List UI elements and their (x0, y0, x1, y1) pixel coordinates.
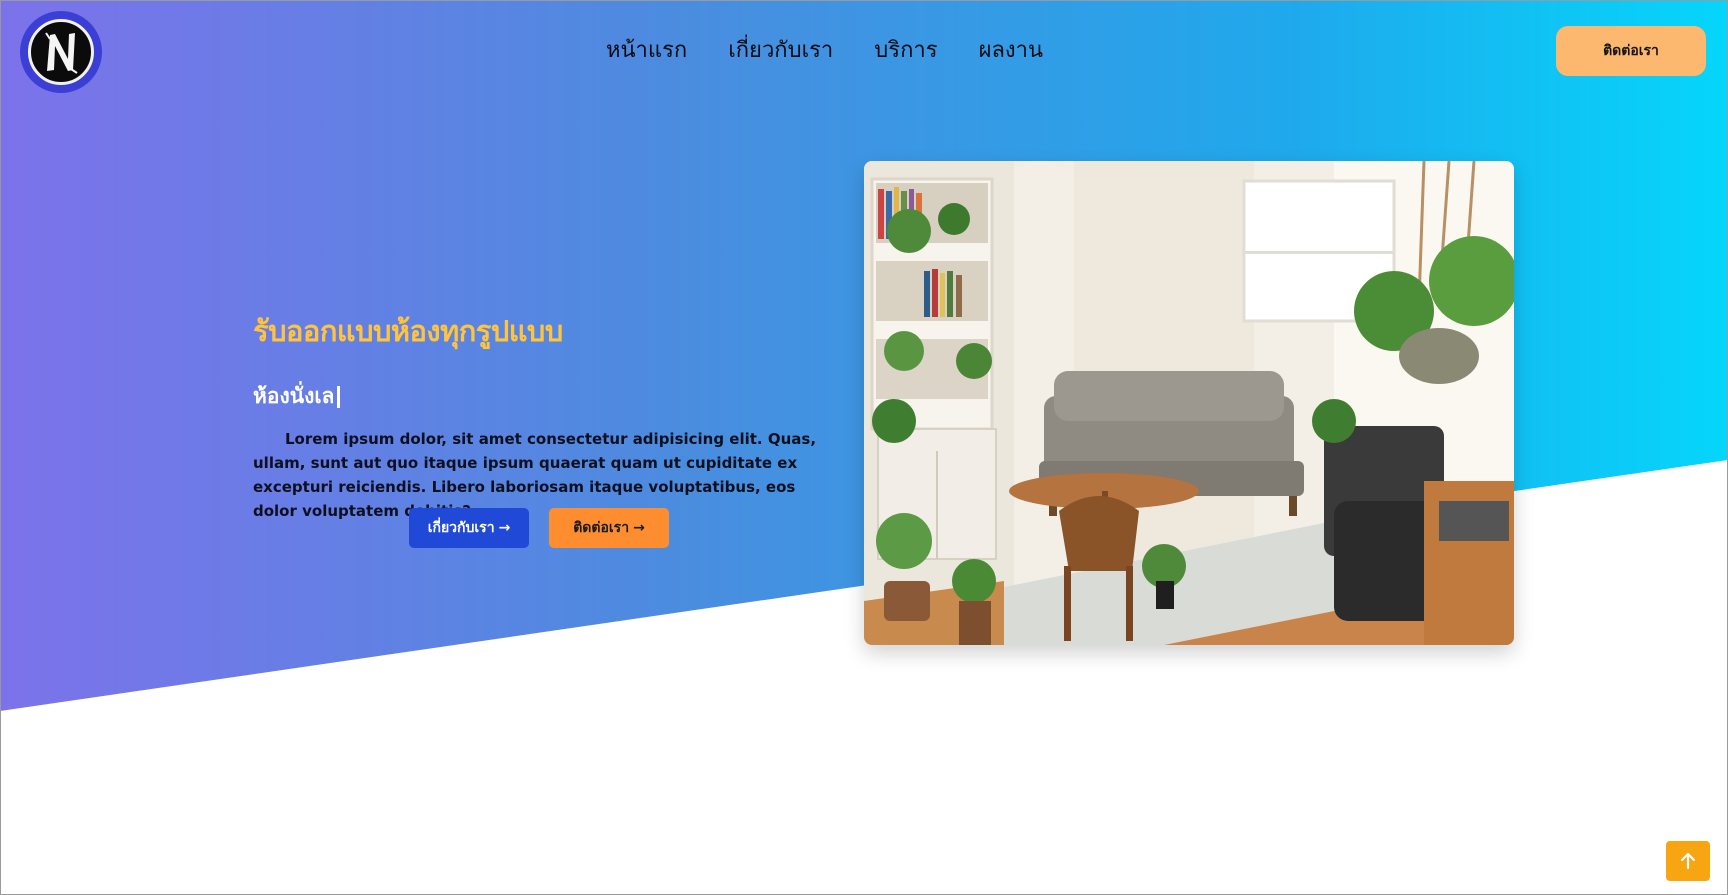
typing-caret (337, 385, 341, 408)
contact-button[interactable]: ติดต่อเรา → (549, 508, 669, 548)
main-nav: หน้าแรก เกี่ยวกับเรา บริการ ผลงาน (606, 34, 1043, 68)
hero-title: รับออกแบบห้องทุกรูปแบบ (253, 314, 563, 348)
nav-item-home[interactable]: หน้าแรก (606, 34, 687, 68)
about-button[interactable]: เกี่ยวกับเรา → (409, 508, 529, 548)
nav-contact-button[interactable]: ติดต่อเรา (1556, 26, 1706, 76)
contact-button-label: ติดต่อเรา (573, 520, 630, 536)
hero-subtitle-text: ห้องนั่งเล (253, 384, 335, 408)
arrow-up-icon (1680, 852, 1696, 870)
about-button-label: เกี่ยวกับเรา (427, 520, 495, 536)
arrow-right-icon: → (633, 520, 645, 536)
hero-buttons: เกี่ยวกับเรา → ติดต่อเรา → (409, 508, 669, 548)
nav-item-about[interactable]: เกี่ยวกับเรา (728, 34, 833, 68)
brand-logo[interactable] (20, 11, 102, 93)
scroll-to-top-button[interactable] (1666, 841, 1710, 881)
arrow-right-icon: → (498, 520, 511, 536)
nav-item-portfolio[interactable]: ผลงาน (979, 34, 1044, 68)
nav-item-services[interactable]: บริการ (874, 34, 937, 68)
hero-subtitle: ห้องนั่งเล (253, 380, 823, 413)
hero-text: รับออกแบบห้องทุกรูปแบบ ห้องนั่งเล Lorem … (253, 308, 823, 523)
brand-logo-icon (28, 19, 94, 85)
living-room-photo (864, 161, 1514, 645)
